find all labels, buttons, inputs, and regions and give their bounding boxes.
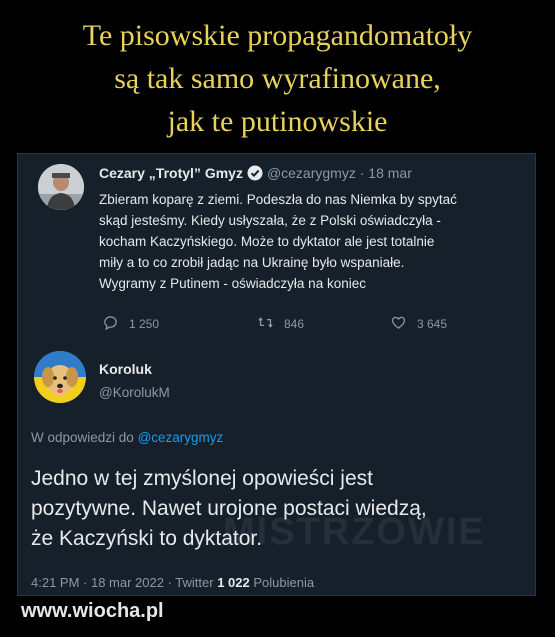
likes-count[interactable]: 1 022 — [217, 575, 250, 590]
reply-timestamp[interactable]: 4:21 PM · 18 mar 2022 · Twitter — [31, 575, 214, 590]
retweet-icon — [257, 314, 274, 334]
tweet-actions: 1 250 846 3 645 — [102, 314, 522, 334]
reply-meta: 4:21 PM · 18 mar 2022 · Twitter 1 022 Po… — [31, 575, 314, 590]
reply-count: 1 250 — [129, 317, 160, 331]
dot-separator: · — [359, 165, 365, 181]
replying-to-link[interactable]: @cezarygmyz — [138, 430, 224, 445]
author-avatar[interactable] — [38, 164, 84, 210]
reply-text-line: Jedno w tej zmyślonej opowieści jest — [31, 467, 373, 490]
replying-to: W odpowiedzi do @cezarygmyz — [31, 430, 223, 445]
verified-badge-icon — [247, 165, 263, 181]
headline-line: Te pisowskie propagandomatoły — [82, 19, 473, 52]
tweet-text-line: miły a to co zrobił jadąc na Ukrainę był… — [99, 255, 405, 270]
retweet-count: 846 — [284, 317, 305, 331]
tweet-header: Cezary „Trotyl” Gmyz @cezarygmyz · 18 mar — [99, 165, 412, 181]
author-name[interactable]: Cezary „Trotyl” Gmyz — [99, 165, 243, 181]
like-action[interactable]: 3 645 — [390, 314, 447, 334]
headline-line: są tak samo wyrafinowane, — [114, 62, 441, 95]
like-icon — [390, 314, 407, 334]
tweet-screenshot: Cezary „Trotyl” Gmyz @cezarygmyz · 18 mar… — [17, 153, 536, 596]
tweet-text-line: skąd jesteśmy. Kiedy usłyszała, że z Pol… — [99, 213, 441, 228]
reply-author-name[interactable]: Koroluk — [99, 361, 152, 377]
tweet-text-line: kocham Kaczyńskiego. Może to dyktator al… — [99, 234, 435, 249]
reply-action[interactable]: 1 250 — [102, 314, 159, 334]
reply-author-avatar[interactable] — [34, 351, 86, 403]
tweet-text-line: Wygramy z Putinem - oświadczyła na konie… — [99, 276, 366, 291]
reply-text-line: pozytywne. Nawet urojone postaci wiedzą, — [31, 497, 427, 520]
meme-headline: Te pisowskie propagandomatoły są tak sam… — [0, 14, 555, 143]
author-handle[interactable]: @cezarygmyz — [267, 165, 356, 181]
reply-author-handle[interactable]: @KorolukM — [99, 385, 170, 400]
reply-text: Jedno w tej zmyślonej opowieści jest poz… — [31, 464, 531, 554]
tweet-text-line: Zbieram koparę z ziemi. Podeszła do nas … — [99, 192, 457, 207]
replying-to-prefix: W odpowiedzi do — [31, 430, 134, 445]
likes-label[interactable]: Polubienia — [253, 575, 314, 590]
site-watermark: www.wiocha.pl — [21, 600, 164, 622]
retweet-action[interactable]: 846 — [257, 314, 304, 334]
headline-line: jak te putinowskie — [167, 105, 388, 138]
tweet-text: Zbieram koparę z ziemi. Podeszła do nas … — [99, 189, 531, 294]
reply-icon — [102, 314, 119, 334]
reply-text-line: że Kaczyński to dyktator. — [31, 527, 263, 550]
tweet-time[interactable]: 18 mar — [368, 165, 412, 181]
like-count: 3 645 — [417, 317, 448, 331]
